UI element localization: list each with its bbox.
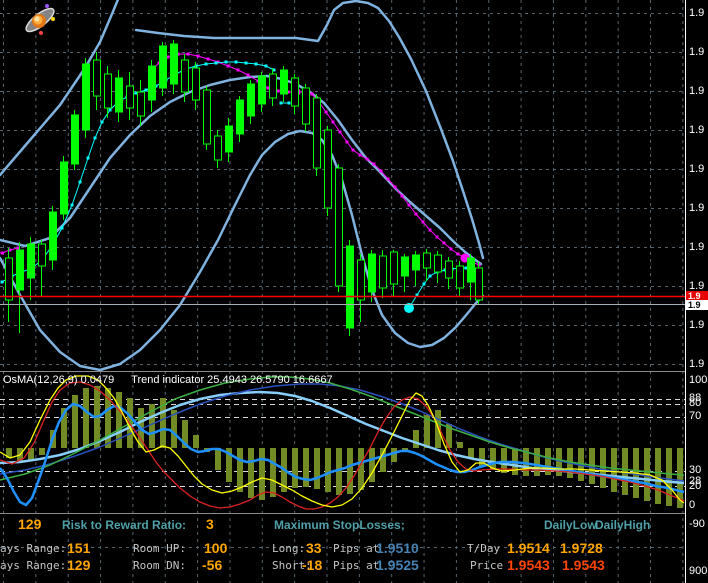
price-axis-label: 1.9 <box>689 85 704 97</box>
trend-indicator-label: Trend indicator 25.4943 26.5790 16.6667 <box>131 374 332 386</box>
indicator-axis-label: 100 <box>689 374 707 386</box>
footer-axis-label: -90 <box>689 518 705 530</box>
price-label: Price <box>470 559 503 572</box>
dailylow-header: DailyLow <box>544 518 597 532</box>
price-axis-label: 1.9 <box>689 124 704 136</box>
days-range-label-2: ays Range: <box>0 559 66 572</box>
tday-low-value: 1.9514 <box>507 540 550 556</box>
short-value: -18 <box>302 557 322 573</box>
max-stoplosses-label: Maximum StopLosses; <box>274 518 405 532</box>
long-stop-price: 1.9510 <box>376 540 419 556</box>
price-high-value: 1.9543 <box>562 557 605 573</box>
price-axis-label: 1.9 <box>689 241 704 253</box>
tday-high-value: 1.9728 <box>560 540 603 556</box>
pips-at-label-2: Pips at <box>333 559 379 572</box>
price-axis-label: 1.9 <box>689 358 704 370</box>
days-value-top: 129 <box>18 516 41 532</box>
pips-at-label-1: Pips at <box>333 542 379 555</box>
purple-dot <box>45 4 49 8</box>
footer-axis-label: 900 <box>689 565 707 577</box>
price-axis-label: 1.9 <box>689 46 704 58</box>
short-stop-price: 1.9525 <box>376 557 419 573</box>
trading-chart-window: OsMA(12,26,9) 0.0479 Trend indicator 25.… <box>0 0 708 583</box>
indicator-axis-label: 20 <box>689 480 701 492</box>
days-range-label-1: ays Range: <box>0 542 66 555</box>
planet-icon <box>20 2 60 43</box>
indicator-axis-label: 70 <box>689 410 701 422</box>
chart-canvas[interactable] <box>0 0 708 583</box>
days-range-value-1: 151 <box>67 540 90 556</box>
yellow-dot <box>51 17 55 21</box>
risk-reward-value: 3 <box>206 516 214 532</box>
room-dn-value: -56 <box>202 557 222 573</box>
price-axis-label: 1.9 <box>689 319 704 331</box>
room-up-label: Room UP: <box>133 542 186 555</box>
osma-label: OsMA(12,26,9) 0.0479 <box>3 374 114 386</box>
long-label: Long: <box>272 542 305 555</box>
days-range-value-2: 129 <box>67 557 90 573</box>
indicator-title: OsMA(12,26,9) 0.0479 Trend indicator 25.… <box>3 374 333 386</box>
tday-label: T/Day <box>467 542 500 555</box>
long-value: 33 <box>306 540 322 556</box>
room-up-value: 100 <box>204 540 227 556</box>
price-axis-label: 1.9 <box>689 202 704 214</box>
indicator-axis-label: 0 <box>689 499 695 511</box>
bid-price-badge: 1.9 <box>686 300 708 310</box>
room-dn-label: Room DN: <box>133 559 186 572</box>
price-axis-label: 1.9 <box>689 163 704 175</box>
dailyhigh-header: DailyHigh <box>595 518 650 532</box>
risk-reward-label: Risk to Reward Ratio: <box>62 518 186 532</box>
indicator-axis-label: 80 <box>689 397 701 409</box>
red-dot <box>39 31 43 35</box>
price-axis-label: 1.9 <box>689 7 704 19</box>
price-low-value: 1.9543 <box>507 557 550 573</box>
